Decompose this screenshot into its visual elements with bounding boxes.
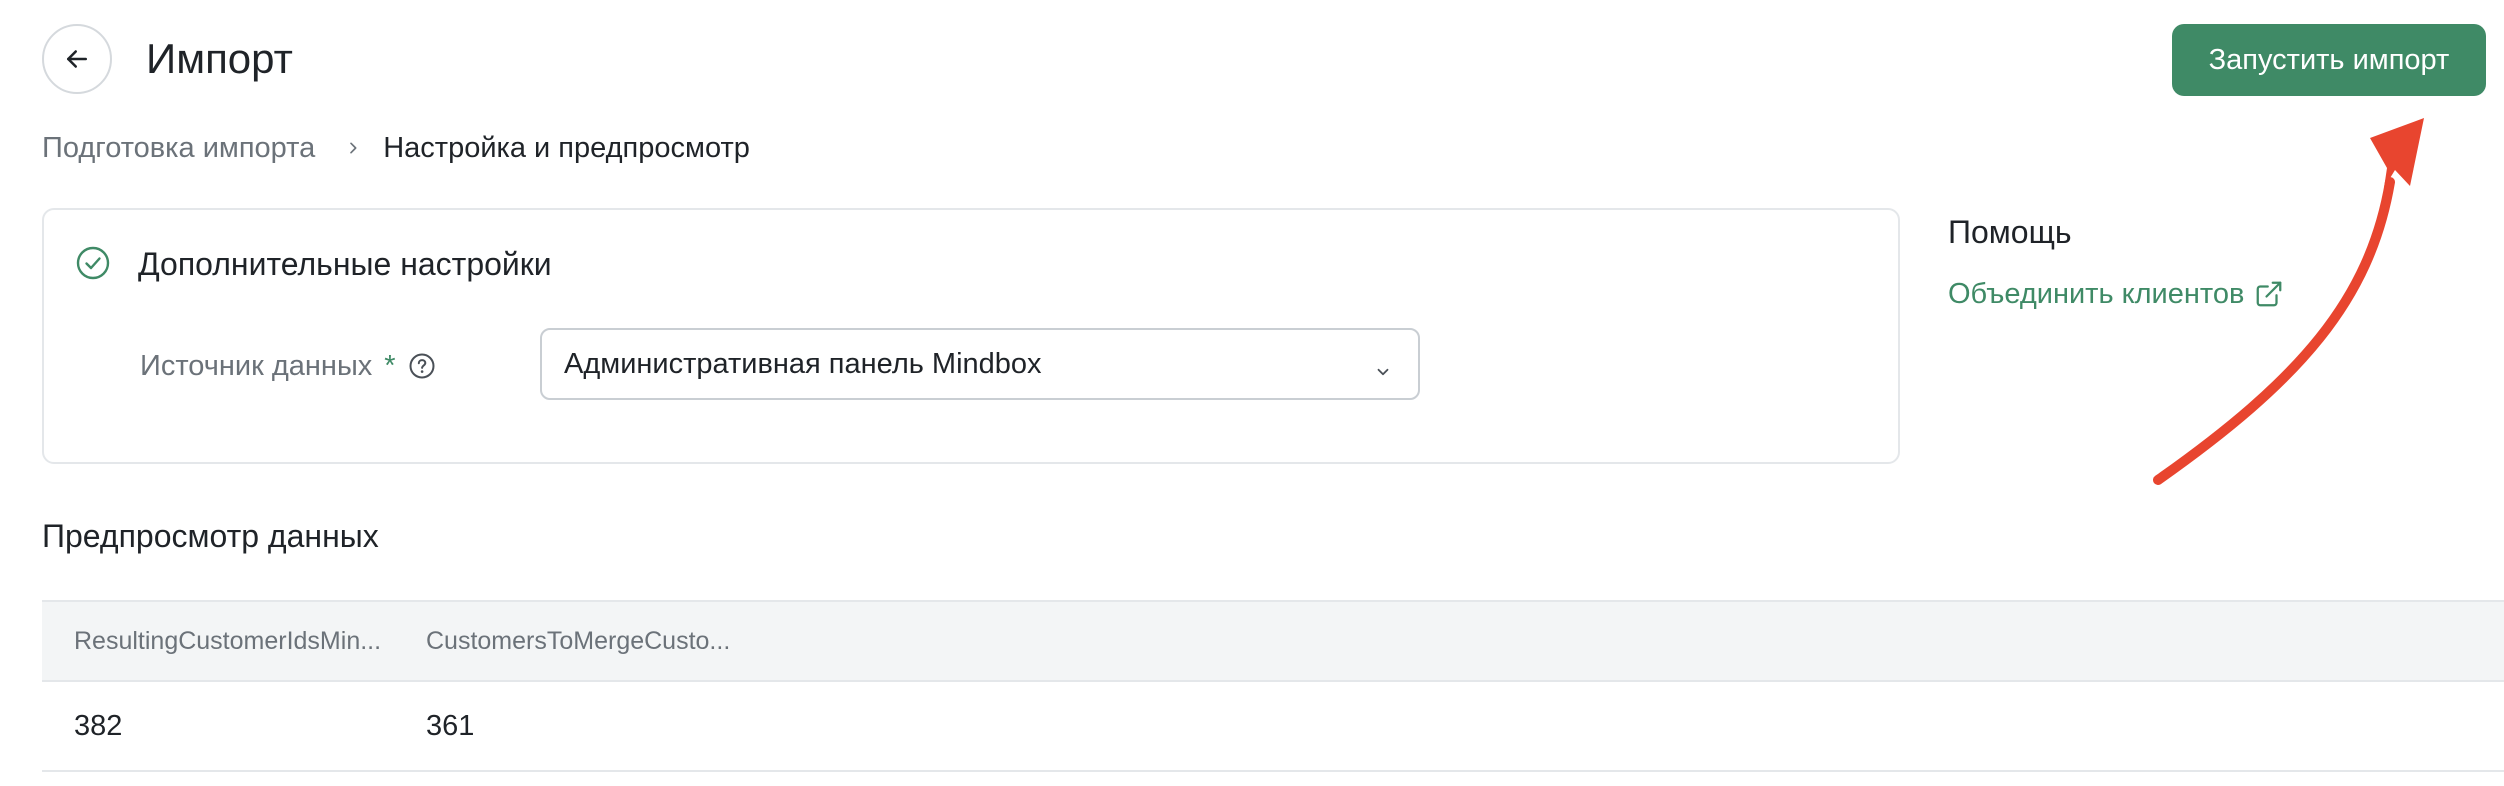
import-page: Импорт Запустить импорт Подготовка импор…	[0, 0, 2504, 786]
annotation-arrow-shaft	[2153, 177, 2395, 485]
check-circle-icon	[76, 246, 110, 280]
data-source-select[interactable]: Административная панель Mindbox	[540, 328, 1420, 400]
chevron-down-icon	[1374, 356, 1392, 389]
settings-title: Дополнительные настройки	[138, 246, 552, 282]
page-title: Импорт	[146, 35, 293, 82]
additional-settings-card: Дополнительные настройки Источник данных…	[42, 208, 1900, 464]
help-title: Помощь	[1948, 214, 2072, 250]
table-row: 382 361	[42, 682, 2504, 772]
breadcrumb-item-prepare[interactable]: Подготовка импорта	[42, 132, 315, 165]
preview-title: Предпросмотр данных	[42, 518, 379, 554]
table-header: ResultingCustomerIdsMin... CustomersToMe…	[42, 600, 2504, 682]
external-link-icon	[2254, 279, 2284, 309]
chevron-right-icon	[345, 140, 361, 156]
column-header-resulting-customer-ids[interactable]: ResultingCustomerIdsMin...	[74, 602, 381, 680]
data-source-label: Источник данных *	[140, 346, 436, 386]
question-circle-icon[interactable]	[408, 352, 436, 380]
column-header-customers-to-merge[interactable]: CustomersToMergeCusto...	[426, 602, 730, 680]
data-source-value: Административная панель Mindbox	[564, 347, 1042, 380]
data-source-label-text: Источник данных	[140, 350, 373, 382]
table-cell: 382	[74, 709, 123, 742]
table-cell: 361	[426, 709, 475, 742]
back-button[interactable]	[42, 24, 112, 94]
breadcrumb-item-current: Настройка и предпросмотр	[383, 131, 750, 164]
annotation-arrow-head	[2370, 118, 2424, 188]
breadcrumb: Подготовка импорта Настройка и предпросм…	[42, 128, 750, 168]
preview-table: ResultingCustomerIdsMin... CustomersToMe…	[42, 600, 2504, 772]
merge-customers-link[interactable]: Объединить клиентов	[1948, 274, 2284, 314]
arrow-left-icon	[62, 44, 92, 74]
start-import-button[interactable]: Запустить импорт	[2172, 24, 2486, 96]
required-mark: *	[384, 350, 396, 382]
merge-customers-link-text: Объединить клиентов	[1948, 278, 2245, 310]
